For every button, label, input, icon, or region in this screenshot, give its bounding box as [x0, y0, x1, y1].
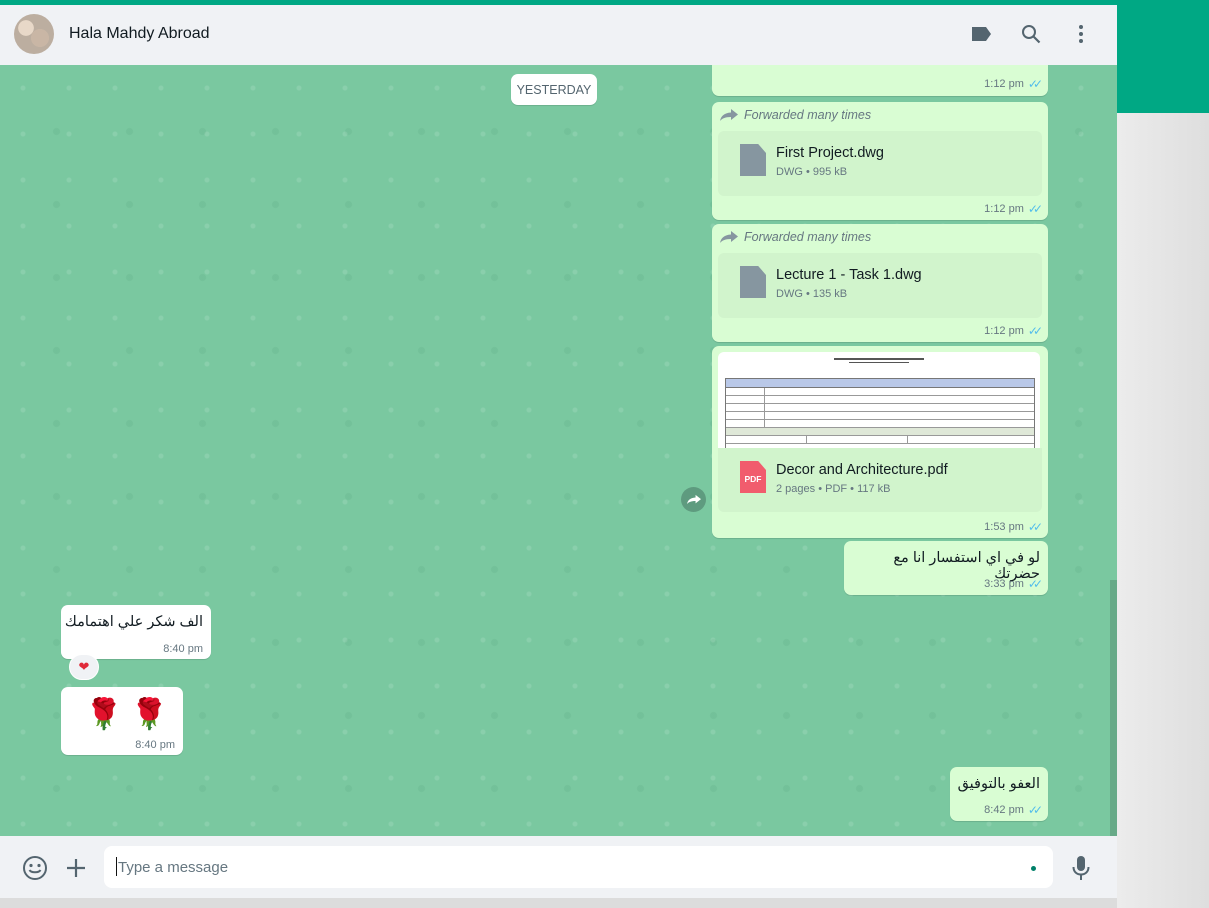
chat-window: Hala Mahdy Abroad 1:12 pm ✓✓ YESTERDAY F… — [0, 5, 1117, 898]
heart-reaction-icon[interactable]: ❤ — [69, 654, 99, 680]
message-input-box[interactable] — [104, 846, 1053, 888]
message-meta: 8:42 pm ✓✓ — [984, 803, 1043, 817]
message-bubble[interactable]: PDF Decor and Architecture.pdf 2 pages •… — [712, 346, 1048, 538]
message-time: 1:12 pm — [984, 78, 1024, 90]
message-bubble[interactable]: لو في اي استفسار انا مع حضرتك 3:33 pm ✓✓ — [844, 541, 1048, 595]
message-meta: 3:33 pm ✓✓ — [984, 577, 1043, 591]
document-attachment[interactable]: First Project.dwg DWG • 995 kB — [718, 131, 1042, 196]
message-text: العفو بالتوفيق — [957, 776, 1040, 792]
menu-icon[interactable] — [1069, 22, 1093, 46]
pdf-preview-thumbnail[interactable] — [718, 352, 1040, 448]
document-name: Lecture 1 - Task 1.dwg — [776, 267, 922, 283]
message-time: 3:33 pm — [984, 578, 1024, 590]
message-input[interactable] — [118, 857, 998, 877]
document-info: DWG • 995 kB — [776, 166, 848, 178]
forward-arrow-icon — [686, 494, 701, 505]
label-icon[interactable] — [969, 22, 993, 46]
document-icon — [740, 266, 766, 298]
document-attachment[interactable]: Lecture 1 - Task 1.dwg DWG • 135 kB — [718, 253, 1042, 318]
read-ticks-icon: ✓✓ — [1027, 202, 1043, 216]
document-info: DWG • 135 kB — [776, 288, 848, 300]
document-name: Decor and Architecture.pdf — [776, 462, 948, 478]
message-list[interactable]: 1:12 pm ✓✓ YESTERDAY Forwarded many time… — [0, 65, 1117, 836]
message-meta: 1:53 pm ✓✓ — [984, 520, 1043, 534]
avatar[interactable] — [14, 14, 54, 54]
date-divider: YESTERDAY — [511, 74, 597, 105]
message-meta: 8:40 pm — [135, 739, 175, 751]
rose-emoji: 🌹 🌹 — [85, 698, 169, 731]
message-time: 1:53 pm — [984, 521, 1024, 533]
attach-plus-icon[interactable] — [63, 855, 89, 881]
message-bubble[interactable]: العفو بالتوفيق 8:42 pm ✓✓ — [950, 767, 1048, 821]
message-bubble[interactable]: 🌹 🌹 8:40 pm — [61, 687, 183, 755]
message-time: 1:12 pm — [984, 203, 1024, 215]
forwarded-label: Forwarded many times — [720, 108, 871, 122]
message-bubble[interactable]: Forwarded many times First Project.dwg D… — [712, 102, 1048, 220]
pdf-preview-title — [718, 356, 1040, 363]
read-ticks-icon: ✓✓ — [1027, 324, 1043, 338]
message-time: 8:40 pm — [163, 643, 203, 655]
message-time: 8:42 pm — [984, 804, 1024, 816]
message-meta: 1:12 pm ✓✓ — [984, 202, 1043, 216]
microphone-icon[interactable] — [1068, 855, 1094, 881]
document-icon — [740, 144, 766, 176]
forwarded-icon — [720, 109, 738, 121]
pdf-file-icon: PDF — [740, 461, 766, 493]
message-text: الف شكر علي اهتمامك — [64, 614, 203, 630]
message-meta: 1:12 pm ✓✓ — [984, 324, 1043, 338]
chat-header: Hala Mahdy Abroad — [0, 5, 1117, 65]
composer-bar — [0, 836, 1117, 898]
emoji-icon[interactable] — [22, 855, 48, 881]
pdf-preview-table — [725, 378, 1035, 448]
document-info: 2 pages • PDF • 117 kB — [776, 483, 891, 495]
message-bubble[interactable]: 1:12 pm ✓✓ — [712, 65, 1048, 96]
scrollbar[interactable] — [1110, 580, 1117, 836]
read-ticks-icon: ✓✓ — [1027, 520, 1043, 534]
status-dot-icon — [1031, 866, 1036, 871]
background-accent-panel — [1117, 0, 1209, 113]
message-bubble[interactable]: Forwarded many times Lecture 1 - Task 1.… — [712, 224, 1048, 342]
forward-button[interactable] — [681, 487, 706, 512]
read-ticks-icon: ✓✓ — [1027, 577, 1043, 591]
message-time: 8:40 pm — [135, 739, 175, 751]
read-ticks-icon: ✓✓ — [1027, 803, 1043, 817]
document-attachment[interactable]: PDF Decor and Architecture.pdf 2 pages •… — [718, 448, 1042, 512]
message-time: 1:12 pm — [984, 325, 1024, 337]
search-icon[interactable] — [1019, 22, 1043, 46]
forwarded-label: Forwarded many times — [720, 230, 871, 244]
read-ticks-icon: ✓✓ — [1027, 77, 1043, 91]
text-cursor — [116, 857, 117, 876]
background-side-panel — [1117, 113, 1209, 908]
message-bubble[interactable]: الف شكر علي اهتمامك 8:40 pm — [61, 605, 211, 659]
contact-name[interactable]: Hala Mahdy Abroad — [69, 25, 210, 43]
forwarded-icon — [720, 231, 738, 243]
message-meta: 8:40 pm — [163, 643, 203, 655]
message-meta: 1:12 pm ✓✓ — [984, 77, 1043, 91]
document-name: First Project.dwg — [776, 145, 884, 161]
